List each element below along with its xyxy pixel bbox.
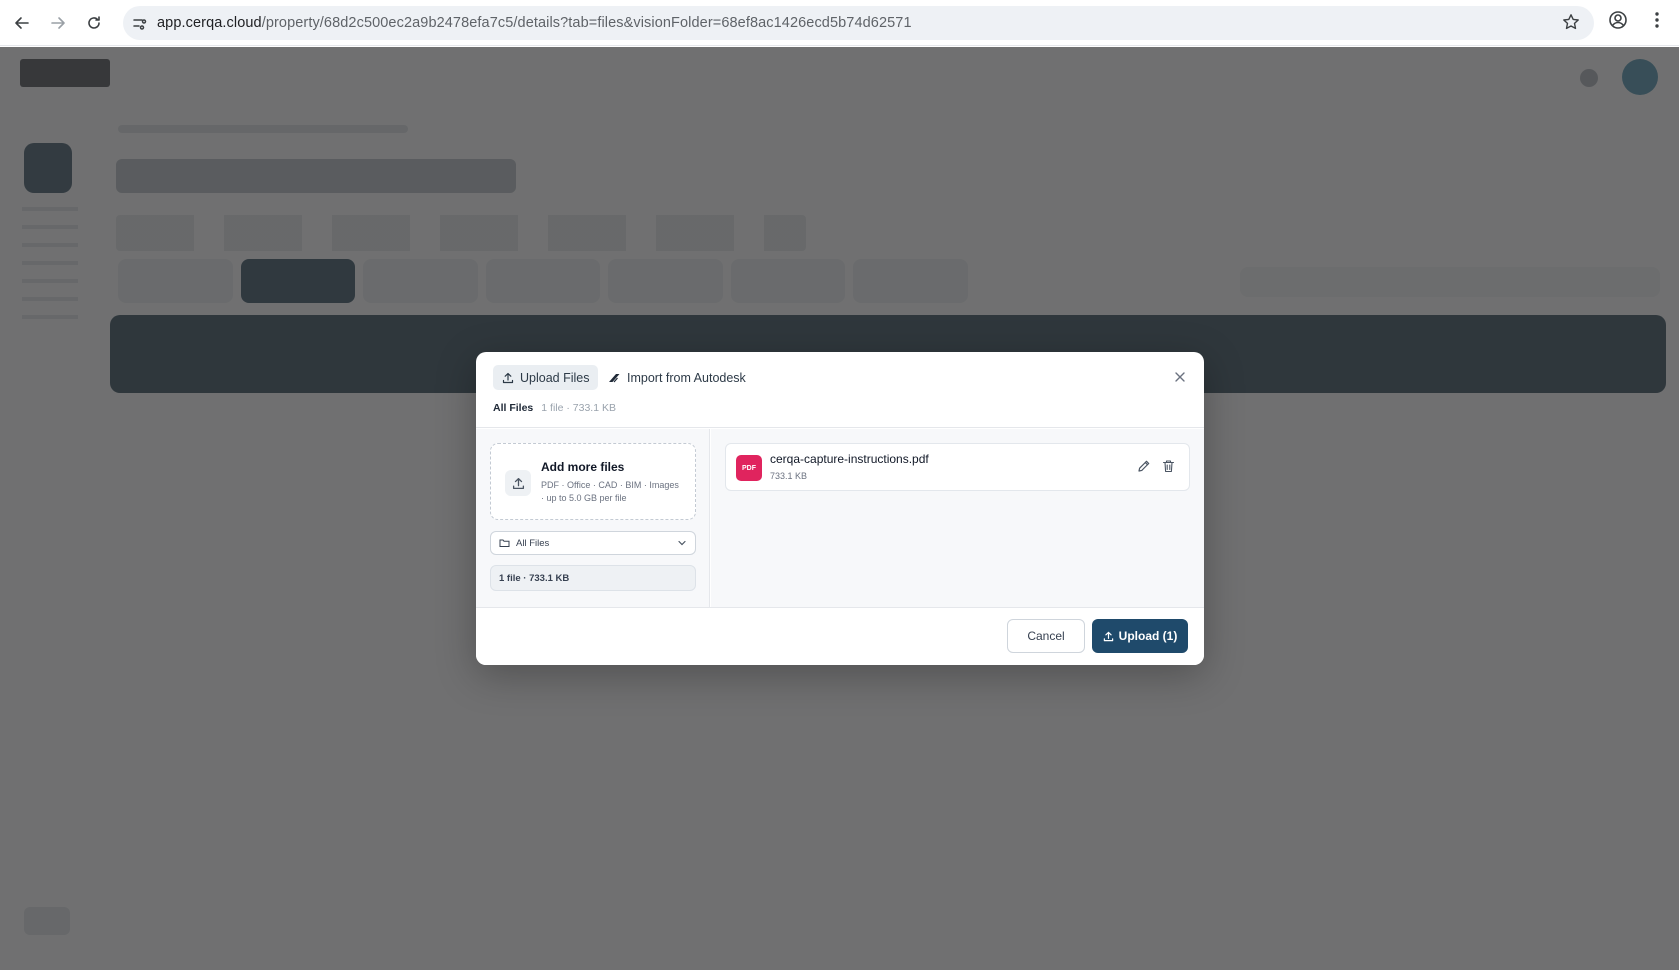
file-dropzone[interactable]: Add more files PDF · Office · CAD · BIM … — [490, 443, 696, 520]
dropzone-subtitle: PDF · Office · CAD · BIM · Images · up t… — [541, 480, 679, 503]
pencil-icon — [1138, 460, 1150, 472]
reload-button[interactable] — [76, 5, 112, 41]
arrow-left-icon — [15, 16, 29, 29]
bookmark-star-icon[interactable] — [1562, 13, 1580, 36]
autodesk-icon — [609, 373, 620, 382]
destination-folder-select[interactable]: All Files — [490, 531, 696, 555]
tab-label: Upload Files — [520, 370, 590, 385]
forward-button[interactable] — [40, 5, 76, 41]
url-path: /property/68d2c500ec2a9b2478efa7c5/detai… — [261, 15, 912, 31]
file-list: PDF cerqa-capture-instructions.pdf 733.1… — [711, 429, 1204, 607]
rename-button[interactable] — [1137, 459, 1151, 478]
list-item: PDF cerqa-capture-instructions.pdf 733.1… — [725, 443, 1190, 491]
upload-dialog: Upload Files Import from Autodesk All Fi… — [476, 352, 1204, 665]
dropzone-title: Add more files — [541, 460, 625, 474]
reload-icon — [88, 15, 100, 29]
trash-icon — [1162, 460, 1175, 473]
dialog-footer: Cancel Upload (1) — [476, 607, 1204, 665]
browser-menu-icon[interactable] — [1647, 10, 1667, 35]
upload-icon — [502, 372, 514, 383]
upload-sidebar: Add more files PDF · Office · CAD · BIM … — [476, 429, 710, 607]
breadcrumb-folder[interactable]: All Files — [493, 402, 533, 414]
tab-upload-files[interactable]: Upload Files — [493, 365, 599, 390]
folder-select-value: All Files — [516, 537, 550, 549]
arrow-right-icon — [51, 16, 65, 29]
url-text: app.cerqa.cloud/property/68d2c500ec2a9b2… — [157, 15, 912, 31]
address-bar[interactable]: app.cerqa.cloud/property/68d2c500ec2a9b2… — [123, 6, 1594, 40]
breadcrumb-summary: 1 file · 733.1 KB — [541, 402, 616, 414]
file-name: cerqa-capture-instructions.pdf — [770, 452, 929, 466]
url-host: app.cerqa.cloud — [157, 15, 262, 31]
browser-toolbar: app.cerqa.cloud/property/68d2c500ec2a9b2… — [0, 0, 1679, 46]
upload-icon — [505, 470, 531, 496]
back-button[interactable] — [4, 5, 40, 41]
dialog-breadcrumb: All Files 1 file · 733.1 KB — [493, 402, 616, 414]
close-button[interactable] — [1172, 369, 1188, 385]
tab-import-autodesk[interactable]: Import from Autodesk — [599, 365, 755, 390]
upload-button[interactable]: Upload (1) — [1092, 619, 1188, 653]
close-icon — [1175, 372, 1185, 382]
file-size: 733.1 KB — [770, 471, 808, 481]
folder-icon — [499, 539, 510, 547]
site-info-icon[interactable] — [123, 6, 157, 40]
dialog-header: Upload Files Import from Autodesk All Fi… — [476, 352, 1204, 428]
cancel-button[interactable]: Cancel — [1007, 619, 1085, 653]
file-count-summary: 1 file · 733.1 KB — [490, 565, 696, 591]
delete-button[interactable] — [1162, 459, 1175, 478]
pdf-file-icon: PDF — [736, 455, 762, 481]
tab-label: Import from Autodesk — [627, 370, 746, 385]
upload-button-label: Upload (1) — [1118, 629, 1178, 643]
upload-icon — [1103, 631, 1113, 641]
profile-icon[interactable] — [1608, 10, 1628, 35]
chevron-down-icon — [678, 540, 686, 546]
